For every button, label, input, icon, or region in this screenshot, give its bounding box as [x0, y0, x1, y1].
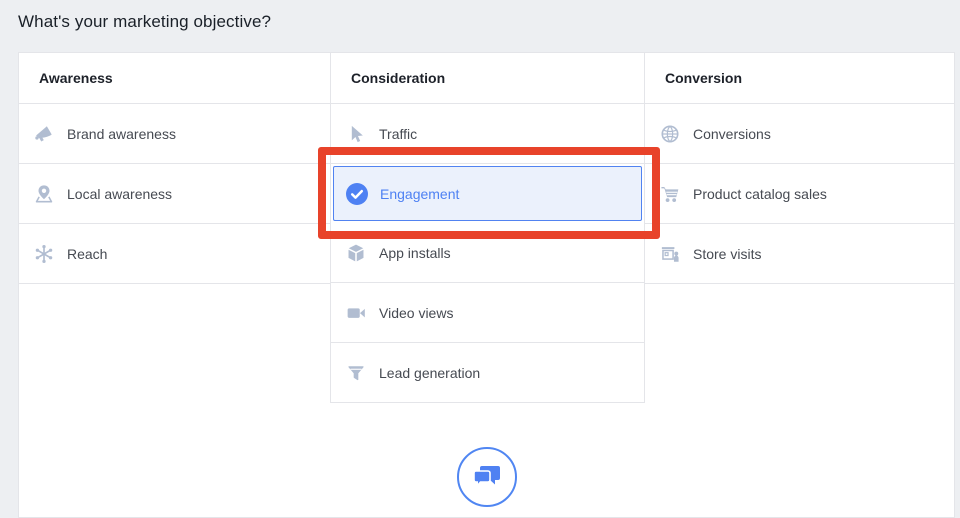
globe-icon — [657, 121, 683, 147]
storefront-icon — [657, 241, 683, 267]
objective-panel: Awareness Brand awareness Local awareness R… — [18, 52, 955, 518]
objective-engagement[interactable]: Engagement — [333, 166, 642, 221]
objective-traffic[interactable]: Traffic — [331, 104, 644, 164]
objective-label: Brand awareness — [67, 125, 176, 142]
map-pin-icon — [31, 181, 57, 207]
column-header-awareness: Awareness — [19, 53, 330, 104]
check-circle-icon — [344, 181, 370, 207]
page-title: What's your marketing objective? — [18, 12, 272, 31]
objective-label: Store visits — [693, 245, 762, 262]
objective-product-catalog-sales[interactable]: Product catalog sales — [645, 164, 954, 224]
column-awareness: Awareness Brand awareness Local awareness R… — [19, 53, 330, 284]
objective-grid: Awareness Brand awareness Local awareness R… — [19, 53, 954, 403]
objective-local-awareness[interactable]: Local awareness — [19, 164, 330, 224]
objective-conversions[interactable]: Conversions — [645, 104, 954, 164]
objective-label: Video views — [379, 304, 454, 321]
objective-video-views[interactable]: Video views — [331, 283, 644, 343]
objective-app-installs[interactable]: App installs — [331, 223, 644, 283]
funnel-icon — [343, 360, 369, 386]
objective-lead-generation[interactable]: Lead generation — [331, 343, 644, 403]
cube-icon — [343, 240, 369, 266]
objective-label: Traffic — [379, 125, 418, 142]
objective-label: Product catalog sales — [693, 185, 827, 202]
chat-bubbles-icon — [472, 464, 502, 490]
objective-label: Lead generation — [379, 364, 481, 381]
objective-reach[interactable]: Reach — [19, 224, 330, 284]
cursor-icon — [343, 121, 369, 147]
objective-label: Reach — [67, 245, 108, 262]
video-camera-icon — [343, 300, 369, 326]
objective-label: App installs — [379, 244, 451, 261]
column-header-conversion: Conversion — [645, 53, 954, 104]
reach-network-icon — [31, 241, 57, 267]
objective-label: Conversions — [693, 125, 771, 142]
shopping-cart-icon — [657, 181, 683, 207]
help-chat-button[interactable] — [456, 447, 517, 507]
objective-store-visits[interactable]: Store visits — [645, 224, 954, 284]
objective-label: Engagement — [380, 185, 460, 202]
objective-brand-awareness[interactable]: Brand awareness — [19, 104, 330, 164]
column-conversion: Conversion Conversions Product catalog sal… — [645, 53, 954, 284]
objective-label: Local awareness — [67, 185, 173, 202]
column-header-consideration: Consideration — [331, 53, 644, 104]
megaphone-icon — [31, 121, 57, 147]
column-consideration: Consideration Traffic Engagement App instal… — [330, 53, 645, 403]
